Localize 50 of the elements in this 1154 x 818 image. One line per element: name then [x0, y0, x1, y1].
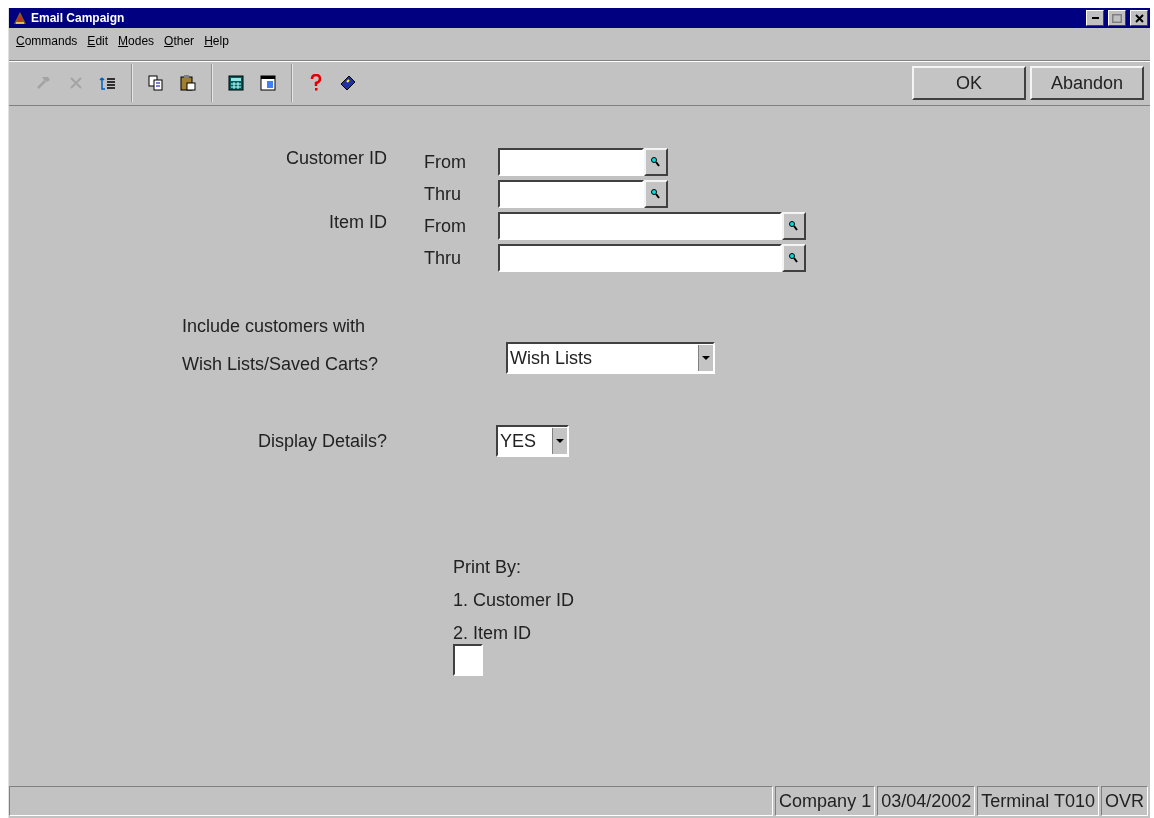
field-label: Print By:: [453, 557, 523, 579]
status-panel: Terminal T010: [977, 786, 1099, 816]
app-icon: [13, 11, 27, 25]
field-label: Thru: [423, 183, 462, 205]
menu-item[interactable]: Edit: [82, 32, 114, 54]
input-field[interactable]: [498, 244, 782, 272]
caret-icon: [556, 438, 564, 444]
field-label: Include customers with: [182, 316, 367, 337]
field-label: From: [423, 215, 467, 237]
field-label: Customer ID: [285, 148, 387, 168]
copy-icon[interactable]: [147, 74, 165, 92]
minimize-button[interactable]: [1086, 10, 1104, 26]
field-label: 2. Item ID: [453, 623, 533, 645]
status-panel: OVR: [1101, 786, 1148, 816]
field-label: Display Details?: [256, 430, 387, 452]
minimize-icon: [1091, 17, 1099, 19]
input-field[interactable]: [498, 148, 644, 176]
menu-item[interactable]: Modes: [113, 32, 160, 54]
ok-button[interactable]: OK: [912, 66, 1026, 100]
field-label: 1. Customer ID: [453, 590, 576, 612]
book-icon[interactable]: [339, 74, 357, 92]
caret-icon: [702, 355, 710, 361]
dropdown[interactable]: YES: [496, 425, 569, 457]
maximize-icon: [1112, 13, 1122, 23]
list-icon[interactable]: [99, 74, 117, 92]
maximize-button[interactable]: [1108, 10, 1126, 26]
field-label: Thru: [423, 247, 462, 269]
status-panel: 03/04/2002: [877, 786, 976, 816]
field-label: Item ID: [329, 212, 387, 232]
abandon-button[interactable]: Abandon: [1030, 66, 1144, 100]
window-title: Email Campaign: [31, 11, 125, 25]
input-field[interactable]: [498, 212, 782, 240]
field-label: From: [423, 151, 467, 173]
input-field[interactable]: [453, 644, 483, 676]
menu-item[interactable]: Commands: [11, 32, 83, 54]
calendar-icon[interactable]: [259, 74, 277, 92]
menu-item[interactable]: Help: [199, 32, 234, 54]
field-label: Wish Lists/Saved Carts?: [182, 354, 380, 375]
input-field[interactable]: [498, 180, 644, 208]
clipboard-icon[interactable]: [179, 74, 197, 92]
lookup-button[interactable]: [644, 148, 668, 176]
dropdown[interactable]: Wish Lists: [506, 342, 715, 374]
calculator-icon[interactable]: [227, 74, 245, 92]
close-icon: [1134, 13, 1144, 23]
close-button[interactable]: [1130, 10, 1148, 26]
lookup-button[interactable]: [644, 180, 668, 208]
menu-item[interactable]: Other: [159, 32, 200, 54]
lookup-button[interactable]: [782, 212, 806, 240]
status-panel: Company 1: [775, 786, 876, 816]
lookup-button[interactable]: [782, 244, 806, 272]
